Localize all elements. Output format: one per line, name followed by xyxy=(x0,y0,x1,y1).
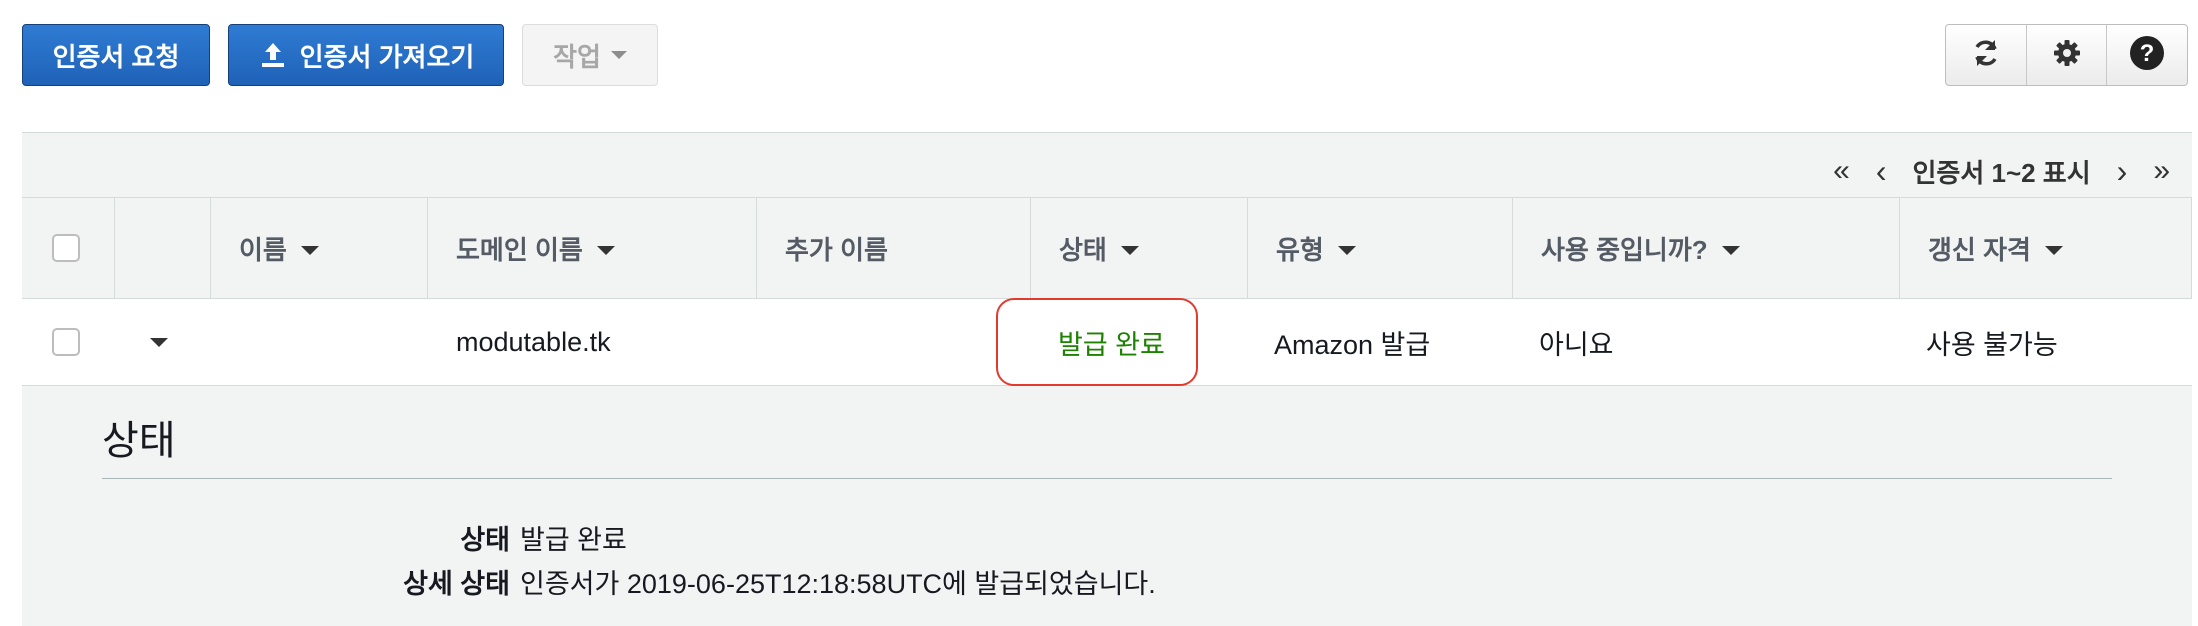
upload-icon xyxy=(258,40,288,70)
certificates-table-panel: « ‹ 인증서 1~2 표시 › » 이름 도메인 이름 추가 이름 상태 유형 xyxy=(22,132,2192,626)
last-page-icon[interactable]: » xyxy=(2153,156,2170,186)
sort-down-icon xyxy=(1337,245,1356,255)
sort-down-icon xyxy=(300,245,319,255)
column-header-type[interactable]: 유형 xyxy=(1248,198,1513,298)
actions-dropdown-button[interactable]: 작업 xyxy=(522,24,658,86)
column-header-additional-names: 추가 이름 xyxy=(757,198,1031,298)
settings-button[interactable] xyxy=(2027,25,2108,85)
refresh-icon xyxy=(1970,37,2002,74)
row-detail-panel: 상태 상태 발급 완료 상세 상태 인증서가 2019-06-25T12:18:… xyxy=(22,386,2192,626)
import-certificate-button[interactable]: 인증서 가져오기 xyxy=(228,24,504,86)
table-row[interactable]: modutable.tk 발급 완료 Amazon 발급 아니요 사용 불가능 xyxy=(22,299,2192,386)
actions-label: 작업 xyxy=(553,41,601,72)
pagination: « ‹ 인증서 1~2 표시 › » xyxy=(1833,151,2170,191)
sort-down-icon xyxy=(596,245,615,255)
first-page-icon[interactable]: « xyxy=(1833,156,1850,186)
row-select-cell xyxy=(52,299,80,385)
next-page-icon[interactable]: › xyxy=(2117,155,2128,187)
detail-status-label: 상태 xyxy=(460,525,510,555)
refresh-button[interactable] xyxy=(1946,25,2027,85)
sort-down-icon xyxy=(2044,245,2063,255)
table-header: 이름 도메인 이름 추가 이름 상태 유형 사용 중입니까? 갱신 자격 xyxy=(22,197,2192,299)
cell-domain: modutable.tk xyxy=(456,326,611,357)
cell-status: 발급 완료 xyxy=(1058,329,1165,360)
pagination-text: 인증서 1~2 표시 xyxy=(1912,157,2091,188)
prev-page-icon[interactable]: ‹ xyxy=(1876,155,1887,187)
row-checkbox[interactable] xyxy=(52,328,80,356)
detail-status-detail-value: 인증서가 2019-06-25T12:18:58UTC에 발급되었습니다. xyxy=(520,569,1156,599)
select-all-cell xyxy=(22,198,115,298)
help-button[interactable]: ? xyxy=(2107,25,2187,85)
select-all-checkbox[interactable] xyxy=(52,234,80,262)
sort-down-icon xyxy=(1120,245,1139,255)
cell-type: Amazon 발급 xyxy=(1274,329,1431,360)
column-header-status[interactable]: 상태 xyxy=(1031,198,1248,298)
request-certificate-button[interactable]: 인증서 요청 xyxy=(22,24,210,86)
column-header-name[interactable]: 이름 xyxy=(211,198,428,298)
expand-column-header xyxy=(115,198,211,298)
column-header-renewal[interactable]: 갱신 자격 xyxy=(1900,198,2192,298)
chevron-down-icon xyxy=(610,51,627,59)
detail-status-detail-label: 상세 상태 xyxy=(403,569,510,599)
column-header-in-use[interactable]: 사용 중입니까? xyxy=(1513,198,1900,298)
sort-down-icon xyxy=(1721,245,1740,255)
import-certificate-label: 인증서 가져오기 xyxy=(299,41,475,72)
toolbar-icon-group: ? xyxy=(1945,24,2188,86)
detail-title: 상태 xyxy=(102,419,176,463)
gear-icon xyxy=(2051,37,2083,74)
detail-status-value: 발급 완료 xyxy=(520,525,627,555)
chevron-down-icon xyxy=(150,337,168,347)
svg-text:?: ? xyxy=(2140,40,2155,67)
help-icon: ? xyxy=(2128,34,2166,77)
cell-renewal: 사용 불가능 xyxy=(1926,329,2058,360)
column-header-domain[interactable]: 도메인 이름 xyxy=(428,198,757,298)
detail-divider xyxy=(102,478,2112,479)
row-expand-toggle[interactable] xyxy=(150,299,168,385)
request-certificate-label: 인증서 요청 xyxy=(52,41,180,72)
cell-in-use: 아니요 xyxy=(1539,329,1614,360)
